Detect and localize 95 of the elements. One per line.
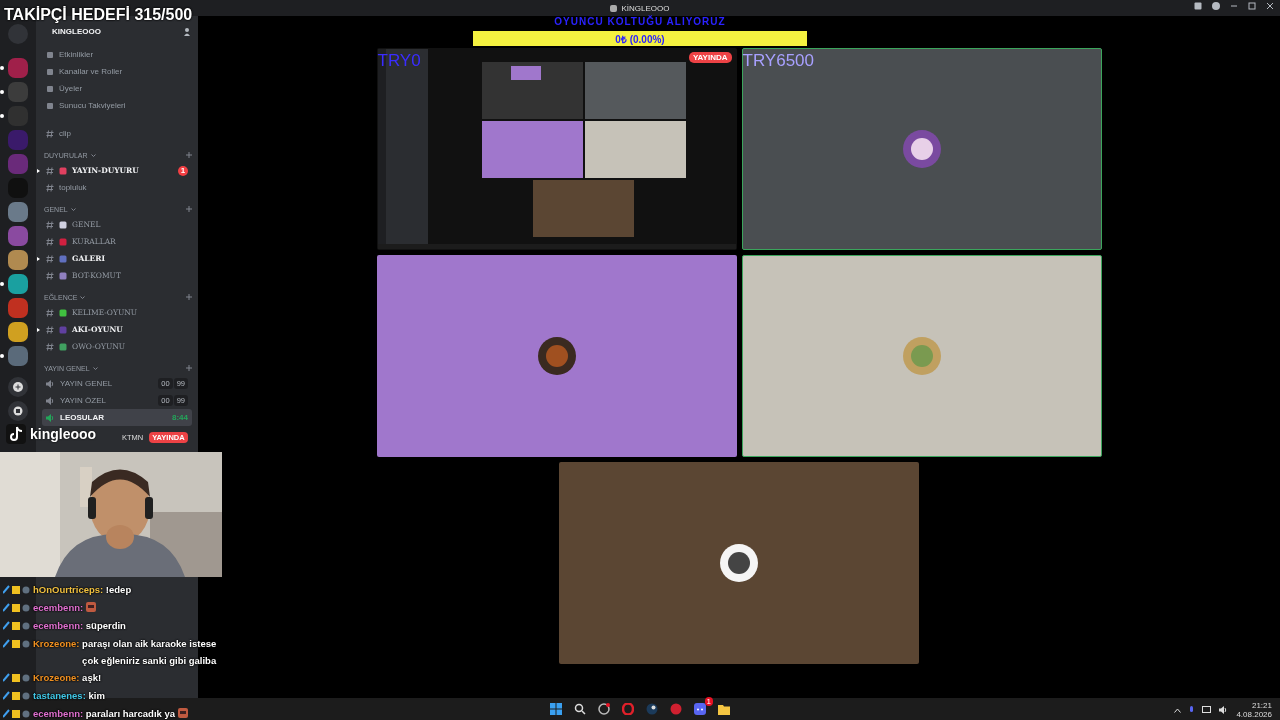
chevron-down-icon — [92, 366, 98, 370]
clock[interactable]: 21:21 4.08.2026 — [1236, 701, 1272, 719]
app-icon — [610, 4, 618, 12]
hash-icon — [46, 254, 54, 263]
chat-username: Krozeone: — [33, 638, 80, 649]
chat-text: kim — [88, 689, 105, 703]
chat-badges-icon — [3, 673, 31, 682]
help-icon[interactable] — [1212, 2, 1220, 10]
steam-icon[interactable] — [644, 701, 660, 717]
live-badge: YAYINDA — [688, 52, 732, 63]
hash-icon — [46, 220, 54, 229]
channel-name[interactable]: topluluk — [59, 183, 87, 192]
hash-icon — [46, 129, 54, 138]
inbox-icon[interactable] — [1194, 2, 1202, 10]
add-member-icon[interactable] — [183, 26, 192, 36]
chat-username: ecembenn: — [33, 620, 84, 631]
hash-icon — [46, 237, 54, 246]
screen-share-tile[interactable]: TRY0 YAYINDA — [376, 48, 737, 250]
chat-username: ecembenn: — [33, 602, 84, 613]
chat-username: ecembenn: — [33, 708, 84, 719]
menu-item[interactable]: Sunucu Takviyeleri — [59, 101, 126, 110]
network-icon[interactable] — [1202, 706, 1212, 714]
server-icon[interactable] — [8, 322, 28, 342]
maximize-icon[interactable] — [1248, 2, 1256, 10]
search-icon[interactable] — [572, 701, 588, 717]
volume-icon[interactable] — [1219, 706, 1229, 714]
app-icon[interactable] — [668, 701, 684, 717]
microphone-icon[interactable] — [1189, 705, 1195, 715]
chat-text: süperdin — [85, 619, 126, 633]
server-icon[interactable] — [8, 250, 28, 270]
chevron-down-icon — [90, 153, 96, 157]
browser-icon[interactable] — [596, 701, 612, 717]
follower-goal-text: TAKİPÇİ HEDEFİ 315/500 — [4, 6, 193, 24]
hash-icon — [46, 271, 54, 280]
chevron-down-icon — [70, 207, 76, 211]
add-channel-icon[interactable] — [186, 152, 192, 158]
add-channel-icon[interactable] — [186, 365, 192, 371]
chat-username: hOnOurtriceps: — [33, 584, 104, 595]
discord-icon[interactable] — [694, 703, 706, 715]
opera-icon[interactable] — [620, 701, 636, 717]
chat-username: Krozeone: — [33, 672, 80, 683]
participant-tile[interactable]: TRY6500 — [741, 48, 1102, 250]
window-title: KİNGLEOOO — [621, 3, 670, 13]
participant-tile[interactable] — [559, 462, 919, 664]
chat-badges-icon — [3, 639, 31, 648]
tile-label: TRY0 — [377, 51, 421, 71]
server-name[interactable]: KINGLEOOO — [52, 26, 101, 36]
hash-icon — [46, 325, 54, 334]
menu-item[interactable]: Etkinlikler — [59, 50, 94, 59]
speaker-icon — [46, 379, 55, 388]
chat-badges-icon — [3, 709, 31, 718]
chat-badges-icon — [3, 603, 31, 612]
goal-text: 0₺ (0.00%) — [615, 32, 665, 46]
avatar — [536, 336, 577, 376]
participant-tile[interactable] — [741, 255, 1102, 457]
menu-item[interactable]: Üyeler — [59, 84, 83, 93]
chevron-down-icon — [80, 295, 86, 299]
avatar — [901, 336, 942, 376]
hash-icon — [46, 342, 54, 351]
participant-tile[interactable] — [376, 255, 737, 457]
chat-text: aşk! — [82, 671, 102, 685]
chat-badges-icon — [3, 621, 31, 630]
chat-badges-icon — [3, 585, 31, 594]
server-icon[interactable] — [8, 202, 28, 222]
voice-channel[interactable]: LEOSULAR 8:44 — [42, 409, 192, 426]
notification-badge: 1 — [704, 697, 713, 706]
tile-label: TRY6500 — [742, 51, 814, 71]
chat-text: paraları harcadık ya — [85, 707, 176, 720]
mention-badge: 1 — [178, 165, 188, 176]
menu-item[interactable]: Kanallar ve Roller — [59, 67, 123, 76]
chat-username: tastanenes: — [33, 690, 86, 701]
speaker-icon — [46, 413, 55, 422]
tiktok-username: kingleooo — [30, 426, 97, 442]
chat-badges-icon — [3, 691, 31, 700]
windows-start-icon[interactable] — [548, 701, 564, 717]
discover-icon[interactable] — [8, 401, 28, 421]
chevron-up-icon[interactable] — [1174, 707, 1182, 713]
goal-heading: OYUNCU KOLTUĞU ALIYORUZ — [554, 16, 726, 29]
hash-icon — [46, 308, 54, 317]
tiktok-logo-icon — [6, 424, 26, 444]
minimize-icon[interactable] — [1230, 2, 1238, 10]
add-channel-icon[interactable] — [186, 206, 192, 212]
hash-icon — [46, 166, 54, 175]
add-channel-icon[interactable] — [186, 294, 192, 300]
chat-text: !edep — [105, 583, 132, 597]
voice-time: 8:44 — [172, 413, 188, 422]
hash-icon — [46, 183, 54, 192]
close-icon[interactable] — [1266, 2, 1274, 10]
add-server-icon[interactable] — [8, 377, 28, 397]
avatar — [901, 129, 942, 169]
avatar — [719, 543, 759, 583]
channel-name[interactable]: clip — [59, 129, 71, 138]
server-icon[interactable] — [8, 226, 28, 246]
server-icon[interactable] — [8, 298, 28, 318]
speaker-icon — [46, 396, 55, 405]
